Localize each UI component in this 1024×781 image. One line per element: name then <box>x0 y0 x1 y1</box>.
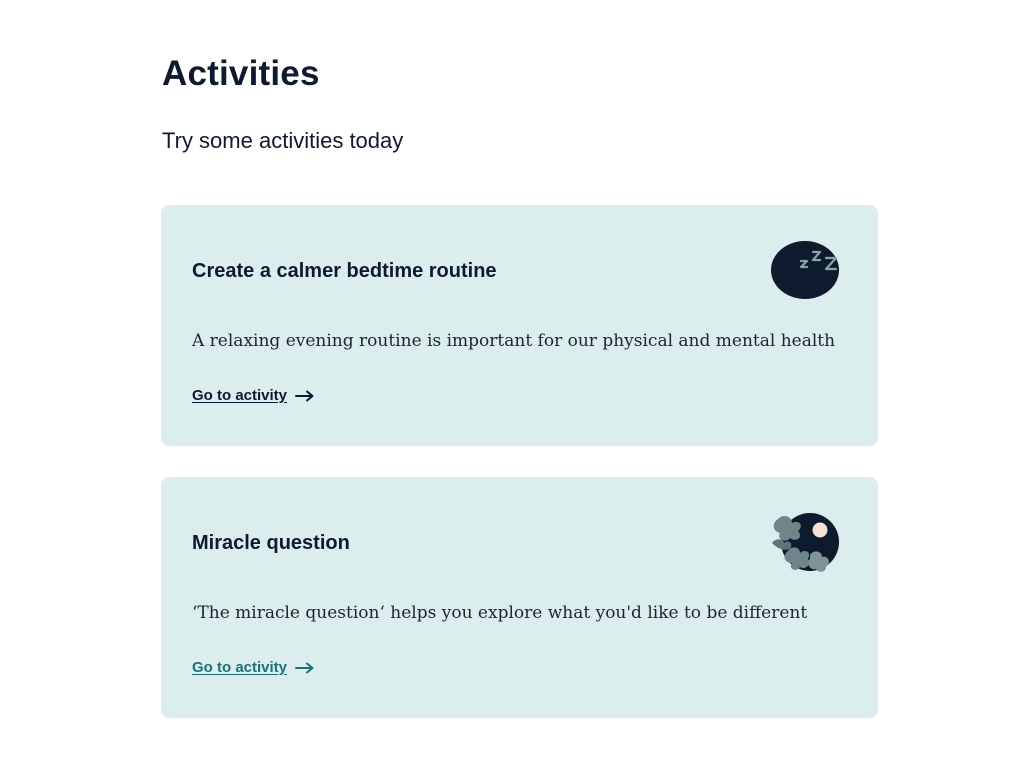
activity-card-bedtime: Create a calmer bedtime routine A relaxi… <box>161 205 878 446</box>
go-to-activity-link[interactable]: Go to activity <box>192 659 315 676</box>
page-title: Activities <box>162 54 320 93</box>
page-subtitle: Try some activities today <box>162 128 404 153</box>
arrow-right-icon <box>295 390 314 401</box>
card-heading: Miracle question <box>192 532 350 554</box>
night-leaves-icon <box>772 513 839 572</box>
arrow-right-icon <box>295 662 314 673</box>
sleep-zzz-icon <box>771 241 839 299</box>
card-description: A relaxing evening routine is important … <box>192 331 836 351</box>
card-description: ‘The miracle question‘ helps you explore… <box>192 603 808 623</box>
link-label: Go to activity <box>192 387 288 404</box>
card-heading: Create a calmer bedtime routine <box>192 260 497 282</box>
activity-card-miracle-question: Miracle question ‘The miracle question‘ … <box>161 477 878 718</box>
link-label: Go to activity <box>192 659 288 676</box>
activities-page: Activities Try some activities today Cre… <box>0 0 1024 781</box>
go-to-activity-link[interactable]: Go to activity <box>192 387 315 404</box>
